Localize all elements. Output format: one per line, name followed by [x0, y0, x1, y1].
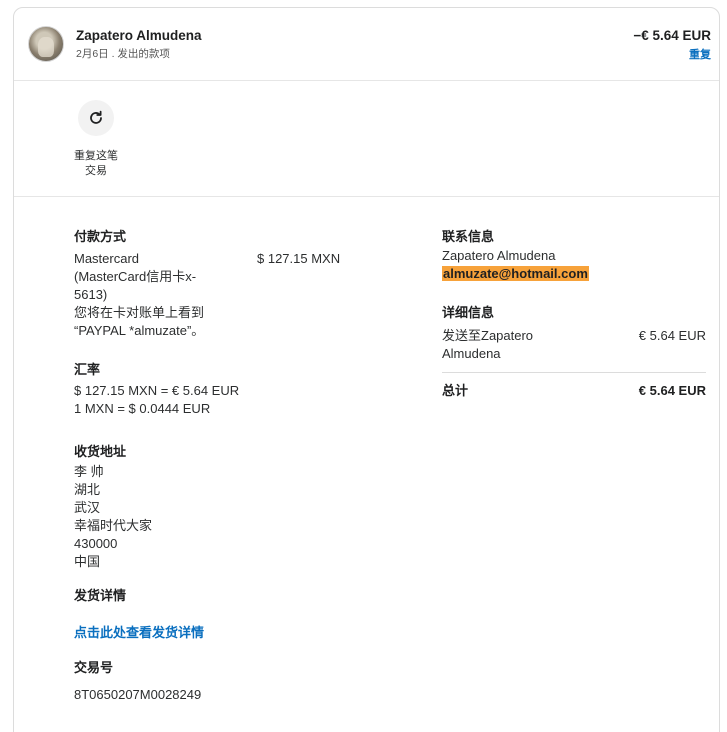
transaction-id-heading: 交易号: [74, 660, 114, 675]
payment-amount: $ 127.15 MXN: [257, 251, 341, 266]
transaction-id: 8T0650207M0028249: [74, 687, 202, 702]
divider: [442, 372, 706, 373]
exchange-rate-line1: $ 127.15 MXN = € 5.64 EUR: [74, 383, 240, 398]
transaction-header[interactable]: Zapatero Almudena 2月6日 . 发出的款项 −€ 5.64 E…: [14, 8, 719, 81]
refresh-icon: [90, 110, 102, 124]
transaction-amount: −€ 5.64 EUR: [633, 28, 711, 43]
delivery-details-link[interactable]: 点击此处查看发货详情: [74, 622, 204, 641]
shipping-address-heading: 收货地址: [74, 444, 127, 459]
exchange-rate-heading: 汇率: [74, 362, 101, 377]
delivery-details-heading: 发货详情: [74, 588, 127, 603]
transaction-date: 2月6日 . 发出的款项: [76, 48, 170, 60]
total-amount: € 5.64 EUR: [638, 383, 706, 398]
shipping-address: 李 帅 湖北 武汉 幸福时代大家 430000 中国: [74, 464, 153, 569]
sent-amount: € 5.64 EUR: [638, 328, 706, 343]
sent-to: 发送至Zapatero Almudena: [442, 328, 534, 361]
payment-method-heading: 付款方式: [74, 229, 127, 244]
transaction-card: Zapatero Almudena 2月6日 . 发出的款项 −€ 5.64 E…: [13, 7, 720, 732]
avatar: [28, 26, 64, 62]
exchange-rate-line2: 1 MXN = $ 0.0444 EUR: [74, 401, 211, 416]
repeat-transaction-label[interactable]: 重复这笔 交易: [66, 149, 126, 179]
total-label: 总计: [442, 383, 469, 398]
recipient-name: Zapatero Almudena: [76, 28, 202, 43]
contact-name: Zapatero Almudena: [442, 248, 556, 263]
repeat-transaction-button[interactable]: [78, 100, 114, 136]
contact-info-heading: 联系信息: [442, 229, 495, 244]
contact-email[interactable]: almuzate@hotmail.com: [442, 265, 589, 283]
action-row: 重复这笔 交易: [14, 81, 719, 197]
repeat-link[interactable]: 重复: [689, 46, 711, 62]
details-heading: 详细信息: [442, 305, 495, 320]
payment-method-details: Mastercard (MasterCard信用卡x- 5613) 您将在卡对账…: [74, 251, 205, 338]
